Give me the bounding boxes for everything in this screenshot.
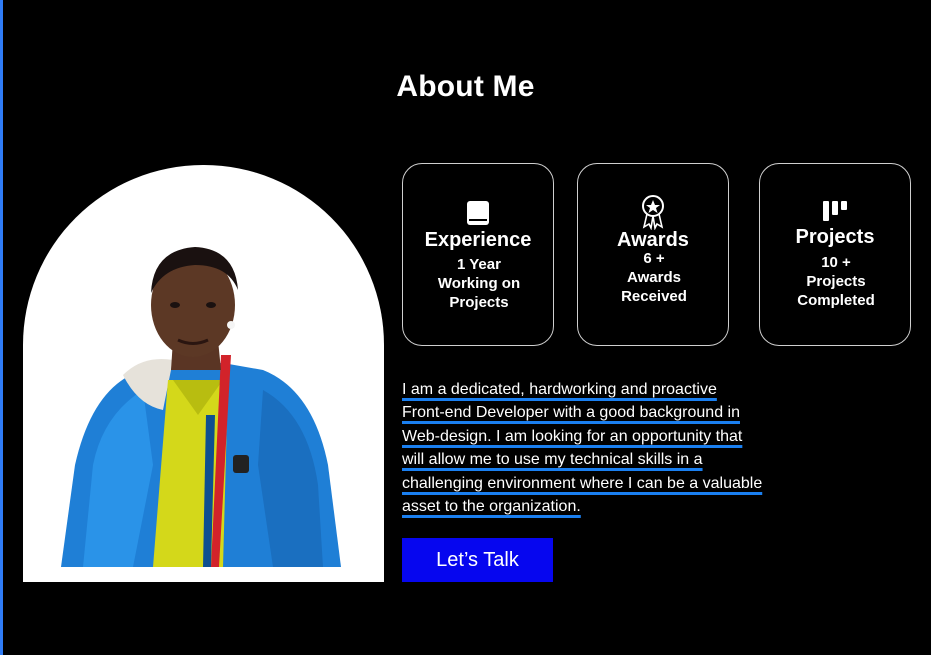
awards-line: 6 + (643, 250, 665, 267)
page-title: About Me (396, 70, 535, 103)
about-line: Front-end Developer with a good backgrou… (402, 404, 740, 422)
experience-details: 1 Year Working on Projects (417, 255, 541, 312)
about-paragraph: I am a dedicated, hardworking and proact… (402, 378, 822, 518)
book-icon (403, 200, 553, 231)
experience-line: Projects (449, 294, 509, 311)
kanban-board-icon (760, 200, 910, 227)
profile-photo (23, 165, 384, 582)
awards-line: Received (621, 288, 687, 305)
awards-card: Awards 6 + Awards Received (577, 163, 729, 346)
projects-line: Projects (806, 273, 866, 290)
about-line: challenging environment where I can be a… (402, 474, 763, 492)
projects-card: Projects 10 + Projects Completed (759, 163, 911, 346)
experience-title: Experience (424, 229, 532, 251)
projects-details: 10 + Projects Completed (774, 253, 898, 310)
projects-line: 10 + (821, 254, 851, 271)
awards-line: Awards (627, 269, 681, 286)
about-line: Web-design. I am looking for an opportun… (402, 427, 743, 445)
about-line: asset to the organization. (402, 498, 581, 516)
experience-card: Experience 1 Year Working on Projects (402, 163, 554, 346)
projects-line: Completed (797, 292, 875, 309)
experience-line: Working on (437, 275, 521, 292)
experience-line: 1 Year (457, 256, 501, 273)
about-line: I am a dedicated, hardworking and proact… (402, 381, 717, 398)
about-line: will allow me to use my technical skills… (402, 451, 703, 469)
person-illustration (61, 247, 341, 567)
awards-details: 6 + Awards Received (592, 249, 716, 306)
projects-title: Projects (795, 226, 875, 248)
lets-talk-button[interactable]: Let’s Talk (402, 538, 553, 582)
